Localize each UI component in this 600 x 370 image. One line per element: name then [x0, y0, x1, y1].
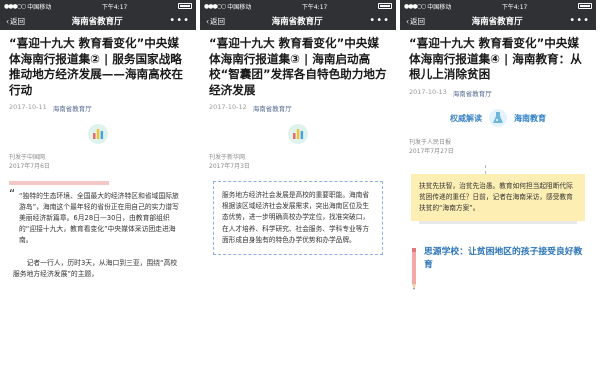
- emblem-icon: [209, 123, 387, 145]
- clock: 下午4:17: [301, 3, 328, 11]
- section-heading: 权威解读 海南教育: [409, 108, 587, 130]
- flask-icon: [488, 108, 508, 130]
- more-button[interactable]: •••: [369, 16, 390, 26]
- battery-icon: [578, 3, 592, 9]
- subsection-text: 思源学校：让贫困地区的孩子接受良好教育: [424, 247, 583, 271]
- carrier-label: 中国移动: [427, 3, 452, 11]
- emblem-icon: [9, 123, 187, 145]
- source-note: 刊发于中国网 2017年7月6日: [9, 154, 50, 170]
- chevron-left-icon: ‹: [406, 16, 409, 26]
- account-link[interactable]: 海南省教育厅: [53, 103, 92, 113]
- carrier-label: 中国移动: [227, 3, 252, 11]
- more-button[interactable]: •••: [569, 16, 590, 26]
- subsection-title: 思源学校：让贫困地区的孩子接受良好教育: [409, 246, 587, 294]
- nav-bar: ‹ 返回 海南省教育厅 •••: [400, 12, 596, 30]
- signal-icon: ●●●○○: [4, 2, 26, 10]
- article-date: 2017-10-11: [9, 103, 47, 111]
- article-content: “喜迎十九大 教育看变化”中央媒体海南行报道集④ | 海南教育：从根儿上消除贫困…: [400, 30, 596, 294]
- nav-bar: ‹ 返回 海南省教育厅 •••: [0, 12, 196, 30]
- quote-icon: “: [9, 187, 16, 201]
- status-bar: ●●●○○ 中国移动 下午4:17: [0, 0, 196, 12]
- nav-title: 海南省教育厅: [471, 17, 523, 27]
- article-title: “喜迎十九大 教育看变化”中央媒体海南行报道集② | 服务国家战略 推动地方经济…: [9, 36, 183, 97]
- carrier-label: 中国移动: [27, 3, 52, 11]
- phone-screen-1: ●●●○○ 中国移动 下午4:17 ‹ 返回 海南省教育厅 ••• “喜迎十九大 教…: [0, 0, 196, 370]
- source-note: 刊发于新华网 2017年7月3日: [209, 154, 250, 170]
- phone-screen-3: ●●●○○ 中国移动 下午4:17 ‹ 返回 海南省教育厅 ••• “喜迎十九大 教…: [400, 0, 596, 370]
- source-note: 刊发于人民日报 2017年7月27日: [409, 138, 454, 155]
- status-bar: ●●●○○ 中国移动 下午4:17: [400, 0, 596, 12]
- article-title: “喜迎十九大 教育看变化”中央媒体海南行报道集④ | 海南教育：从根儿上消除贫困: [409, 36, 582, 81]
- heading-left: 权威解读: [450, 114, 482, 123]
- signal-icon: ●●●○○: [204, 2, 226, 10]
- article-meta: 2017-10-11 海南省教育厅: [9, 103, 187, 113]
- lead-quote: “ “独特的生态环境、全国最大的经济特区和省域国际旅游岛”，海南这个最年轻的省份…: [9, 187, 179, 244]
- body-paragraph: 记者一行人，历时3天，从海口到三亚，围绕“高校服务地方经济发展”的主题，: [13, 259, 178, 278]
- phone-screen-2: ●●●○○ 中国移动 下午4:17 ‹ 返回 海南省教育厅 ••• “喜迎十九大 教…: [200, 0, 396, 370]
- article-content: “喜迎十九大 教育看变化”中央媒体海南行报道集③ | 海南启动高校“智囊团”发挥…: [200, 30, 396, 256]
- article-meta: 2017-10-12 海南省教育厅: [209, 103, 387, 113]
- clock: 下午4:17: [501, 3, 528, 11]
- article-meta: 2017-10-13 海南省教育厅: [409, 88, 587, 98]
- summary-box: 服务地方经济社会发展是高校的重要职能。海南省根据该区域经济社会发展需求，突出海南…: [213, 181, 383, 256]
- box-shadow: [419, 221, 577, 225]
- nav-bar: ‹ 返回 海南省教育厅 •••: [200, 12, 396, 30]
- account-link[interactable]: 海南省教育厅: [453, 88, 492, 98]
- back-button[interactable]: ‹ 返回: [406, 16, 425, 27]
- screenshot-collage: ●●●○○ 中国移动 下午4:17 ‹ 返回 海南省教育厅 ••• “喜迎十九大 教…: [0, 0, 600, 370]
- article-date: 2017-10-12: [209, 103, 247, 111]
- clock: 下午4:17: [101, 3, 128, 11]
- signal-icon: ●●●○○: [404, 2, 426, 10]
- chevron-left-icon: ‹: [206, 16, 209, 26]
- summary-box: 扶贫先扶智，治贫先治愚。教育如何担当起阻断代际贫困传递的重任？日前，记者在海南采…: [411, 164, 585, 222]
- battery-icon: [378, 3, 392, 9]
- pencil-icon: [409, 246, 419, 294]
- back-button[interactable]: ‹ 返回: [6, 16, 25, 27]
- back-button[interactable]: ‹ 返回: [206, 16, 225, 27]
- heading-right: 海南教育: [514, 114, 546, 123]
- nav-title: 海南省教育厅: [71, 17, 123, 27]
- status-bar: ●●●○○ 中国移动 下午4:17: [200, 0, 396, 12]
- chevron-left-icon: ‹: [6, 16, 9, 26]
- article-content: “喜迎十九大 教育看变化”中央媒体海南行报道集② | 服务国家战略 推动地方经济…: [0, 30, 196, 280]
- article-title: “喜迎十九大 教育看变化”中央媒体海南行报道集③ | 海南启动高校“智囊团”发挥…: [209, 36, 387, 97]
- article-date: 2017-10-13: [409, 87, 447, 96]
- account-link[interactable]: 海南省教育厅: [253, 103, 292, 113]
- more-button[interactable]: •••: [169, 16, 190, 26]
- nav-title: 海南省教育厅: [271, 17, 323, 27]
- battery-icon: [178, 3, 192, 9]
